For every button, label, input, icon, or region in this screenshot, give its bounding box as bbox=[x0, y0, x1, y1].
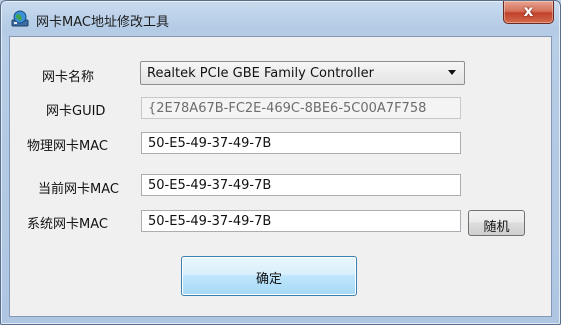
adapter-name-select[interactable]: Realtek PCIe GBE Family Controller bbox=[140, 61, 465, 85]
physical-mac-field[interactable]: 50-E5-49-37-49-7B bbox=[141, 132, 461, 154]
adapter-name-value: Realtek PCIe GBE Family Controller bbox=[147, 66, 374, 81]
adapter-name-label: 网卡名称 bbox=[42, 70, 95, 85]
title-bar[interactable]: 网卡MAC地址修改工具 x bbox=[1, 1, 560, 35]
app-window: 网卡MAC地址修改工具 x 网卡名称 Realtek PCIe GBE Fami… bbox=[0, 0, 561, 325]
network-globe-icon bbox=[11, 10, 29, 27]
random-button[interactable]: 随机 bbox=[468, 210, 525, 236]
window-title: 网卡MAC地址修改工具 bbox=[36, 15, 169, 30]
close-button[interactable]: x bbox=[503, 1, 554, 24]
physical-mac-label: 物理网卡MAC bbox=[27, 139, 108, 154]
current-mac-field[interactable]: 50-E5-49-37-49-7B bbox=[141, 174, 461, 196]
chevron-down-icon bbox=[448, 70, 456, 75]
system-mac-label: 系统网卡MAC bbox=[27, 217, 108, 232]
guid-label: 网卡GUID bbox=[46, 104, 106, 119]
current-mac-label: 当前网卡MAC bbox=[38, 182, 119, 197]
ok-button[interactable]: 确定 bbox=[181, 256, 357, 296]
dialog-body: 网卡名称 Realtek PCIe GBE Family Controller … bbox=[9, 36, 552, 317]
system-mac-field[interactable]: 50-E5-49-37-49-7B bbox=[141, 210, 461, 232]
guid-field[interactable]: {2E78A67B-FC2E-469C-8BE6-5C00A7F758 bbox=[141, 97, 461, 119]
close-icon: x bbox=[523, 2, 534, 20]
